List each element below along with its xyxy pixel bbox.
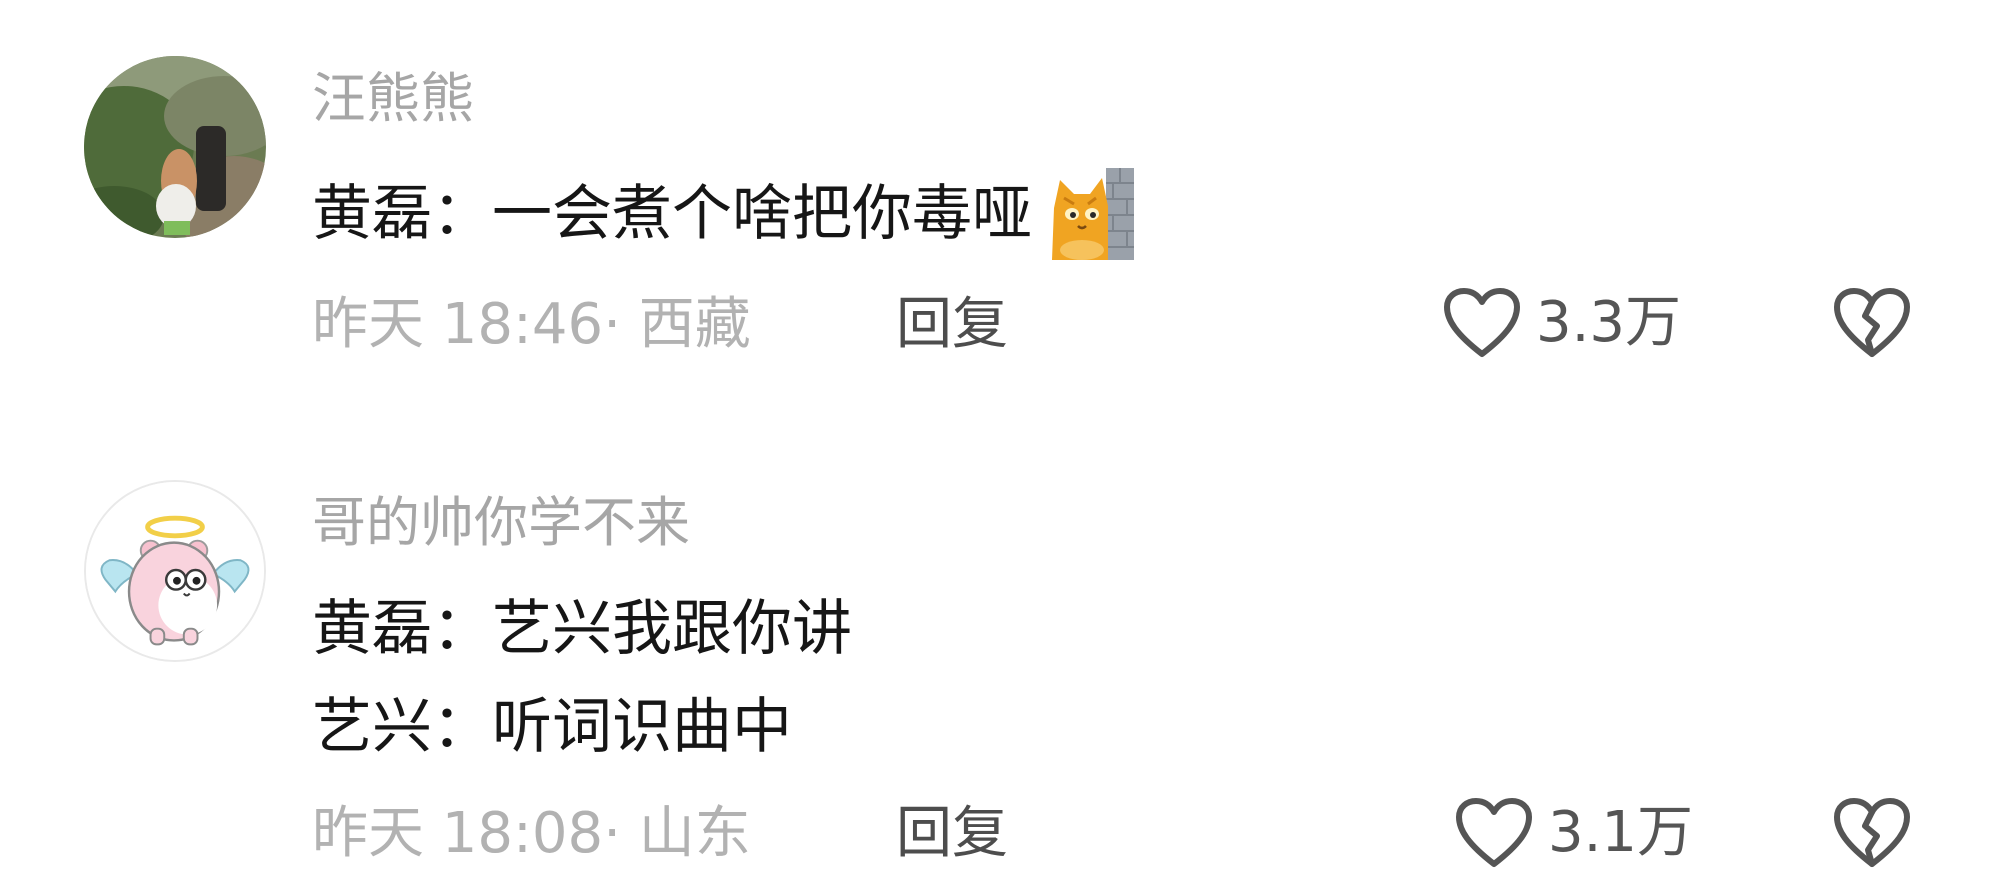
like-button[interactable]: 3.1万 <box>1454 796 1693 870</box>
comment-meta: 昨天 18:08· 山东 <box>312 806 751 862</box>
like-count: 3.1万 <box>1548 800 1694 865</box>
broken-heart-icon <box>1834 288 1910 357</box>
comment-location: · 西藏 <box>603 292 751 357</box>
comment-location: · 山东 <box>603 801 751 866</box>
like-button[interactable]: 3.3万 <box>1442 286 1681 360</box>
broken-heart-icon <box>1834 798 1910 867</box>
comment-item: 汪熊熊 黄磊：一会煮个啥把你毒哑 昨天 18:46· 西藏 回复 3.3万 <box>0 0 2000 400</box>
comment-meta: 昨天 18:46· 西藏 <box>312 297 751 353</box>
comment-item: 哥的帅你学不来 黄磊：艺兴我跟你讲 艺兴：听词识曲中 昨天 18:08· 山东 … <box>0 400 2000 890</box>
avatar[interactable] <box>84 480 266 662</box>
comment-line: 黄磊：艺兴我跟你讲 <box>312 594 852 664</box>
dislike-button[interactable] <box>1832 286 1912 364</box>
heart-outline-icon <box>1444 288 1520 357</box>
comment-line: 黄磊：一会煮个啥把你毒哑 <box>312 179 1032 249</box>
username[interactable]: 汪熊熊 <box>312 72 474 126</box>
comment-text: 黄磊：一会煮个啥把你毒哑 <box>312 168 1134 260</box>
username[interactable]: 哥的帅你学不来 <box>312 496 690 550</box>
comment-time: 昨天 18:46 <box>312 292 604 357</box>
cat-peeking-emoji <box>1050 168 1134 260</box>
comment-line: 艺兴：听词识曲中 <box>312 692 792 762</box>
like-count: 3.3万 <box>1536 290 1682 355</box>
comment-time: 昨天 18:08 <box>312 801 604 866</box>
reply-button[interactable]: 回复 <box>896 806 1008 862</box>
reply-button[interactable]: 回复 <box>896 297 1008 353</box>
heart-outline-icon <box>1456 798 1532 867</box>
avatar[interactable] <box>84 56 266 238</box>
dislike-button[interactable] <box>1832 796 1912 874</box>
